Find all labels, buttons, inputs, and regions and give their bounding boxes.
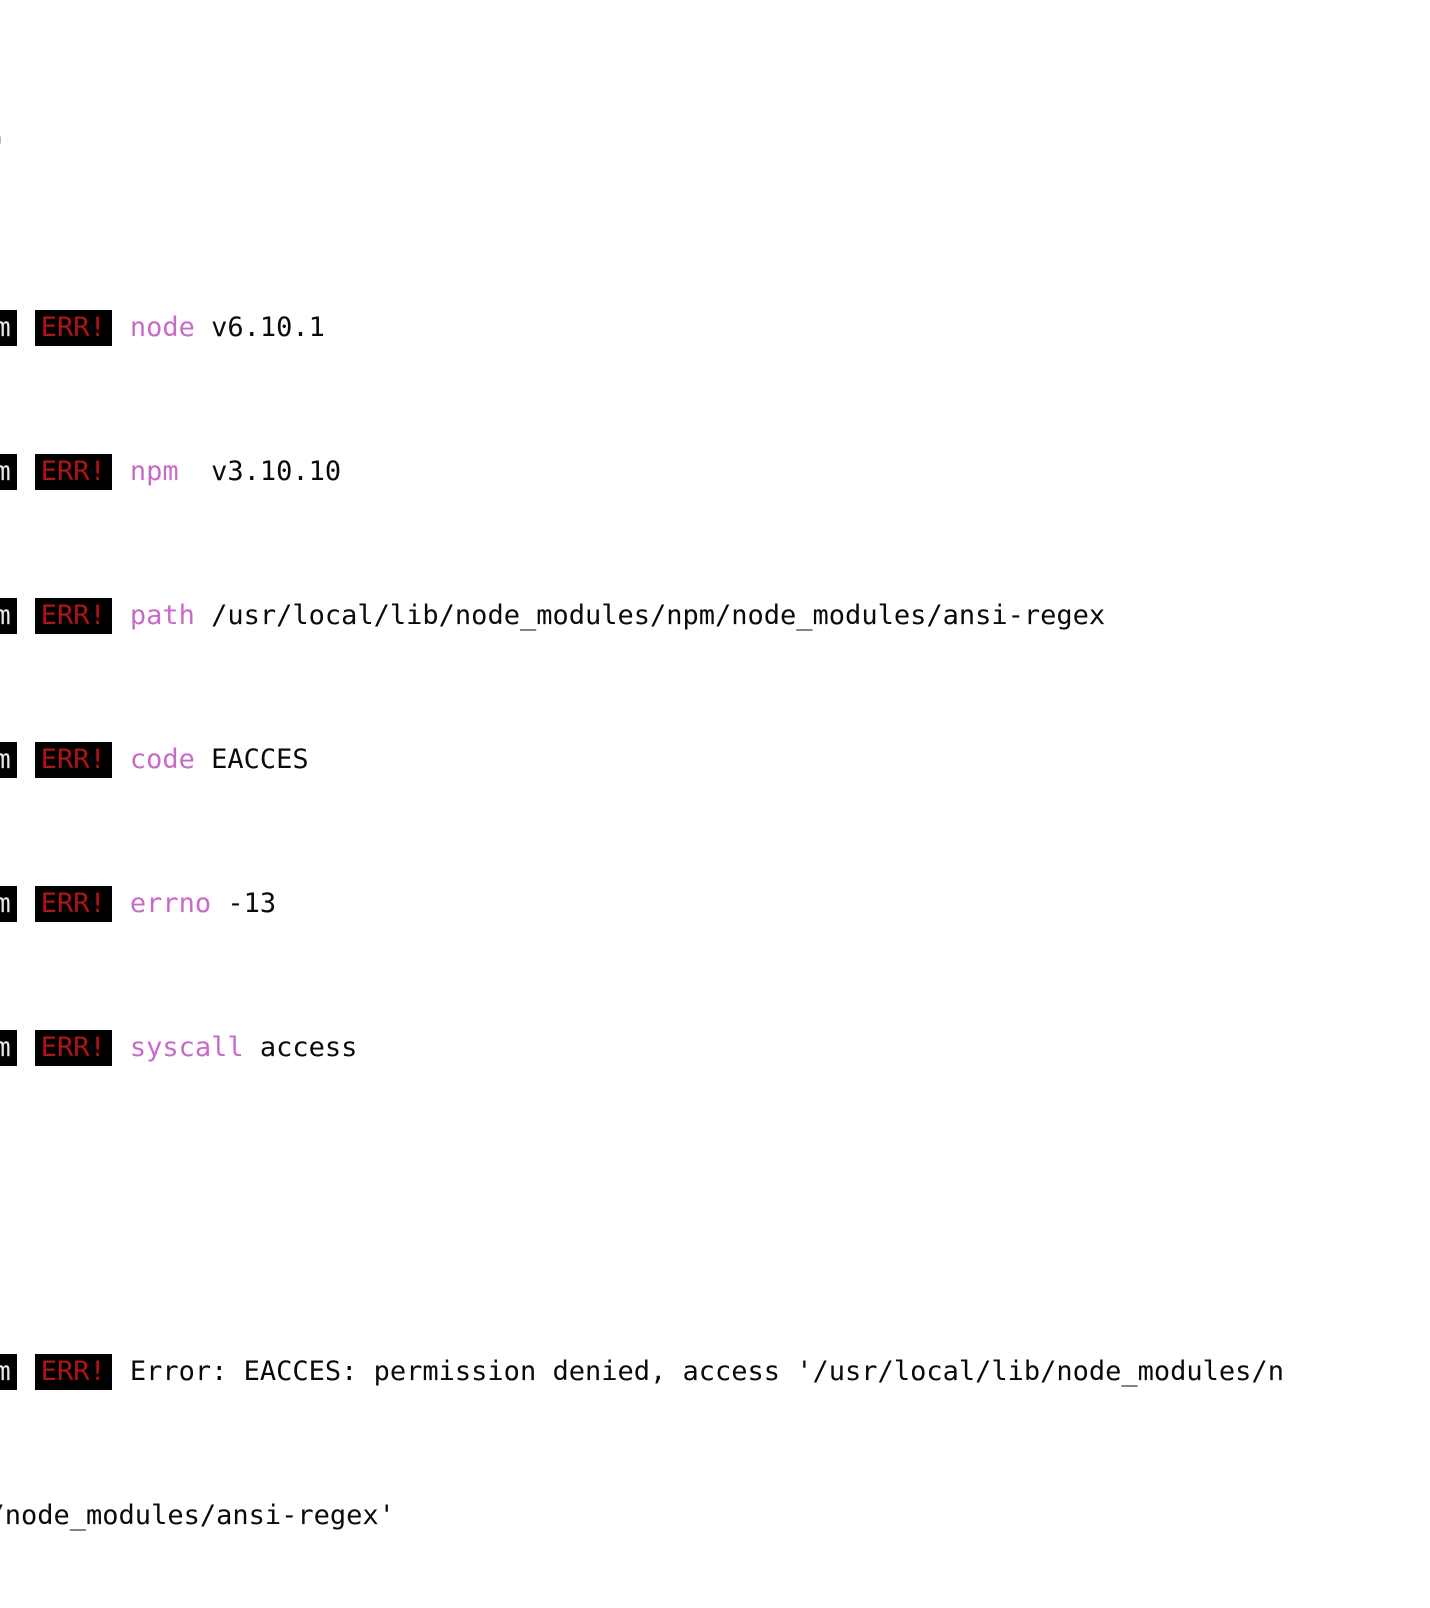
keyword-code: code xyxy=(129,744,195,775)
keyword-syscall: syscall xyxy=(129,1032,244,1063)
npm-label: npm xyxy=(0,1030,17,1066)
log-line-node-version: npm ERR! node v6.10.1 xyxy=(0,310,1430,346)
value-syscall: access xyxy=(243,1032,358,1063)
value-npm: v3.10.10 xyxy=(178,456,342,487)
wrapped-line-content: pm/node_modules/ansi-regex' xyxy=(0,1500,395,1531)
log-line-errno: npm ERR! errno -13 xyxy=(0,886,1430,922)
value-errno: -13 xyxy=(211,888,277,919)
log-line-content: node v6.10.1 xyxy=(130,310,325,346)
log-line-error-eacces-wrap: pm/node_modules/ansi-regex' xyxy=(0,1498,1430,1534)
keyword-errno: errno xyxy=(129,888,212,919)
keyword-node: node xyxy=(129,312,195,343)
err-label: ERR! xyxy=(34,886,112,922)
value-path: /usr/local/lib/node_modules/npm/node_mod… xyxy=(194,600,1106,631)
log-line-code: npm ERR! code EACCES xyxy=(0,742,1430,778)
log-line-syscall: npm ERR! syscall access xyxy=(0,1030,1430,1066)
partial-top-line: -g" xyxy=(0,130,1430,166)
err-label: ERR! xyxy=(34,310,112,346)
npm-label: npm xyxy=(0,598,17,634)
log-line-content: errno -13 xyxy=(130,886,276,922)
err-label: ERR! xyxy=(34,454,112,490)
npm-label: npm xyxy=(0,742,17,778)
blank-separator xyxy=(0,1174,1430,1210)
keyword-npm: npm xyxy=(129,456,179,487)
npm-label: npm xyxy=(0,1354,17,1390)
err-label: ERR! xyxy=(34,1030,112,1066)
log-line-content: npm v3.10.10 xyxy=(130,454,341,490)
err-label: ERR! xyxy=(34,1354,112,1390)
value-code: EACCES xyxy=(194,744,309,775)
log-line-content: syscall access xyxy=(130,1030,358,1066)
npm-label: npm xyxy=(0,454,17,490)
log-line-content: code EACCES xyxy=(130,742,309,778)
log-line-content: Error: EACCES: permission denied, access… xyxy=(129,1356,1284,1387)
err-label: ERR! xyxy=(34,742,112,778)
err-label: ERR! xyxy=(34,598,112,634)
log-line-npm-version: npm ERR! npm v3.10.10 xyxy=(0,454,1430,490)
keyword-path: path xyxy=(129,600,195,631)
npm-label: npm xyxy=(0,886,17,922)
value-node: v6.10.1 xyxy=(194,312,325,343)
log-line-error-eacces: npm ERR! Error: EACCES: permission denie… xyxy=(0,1354,1430,1390)
terminal-output: -g" npm ERR! node v6.10.1 npm ERR! npm v… xyxy=(0,0,1430,1608)
log-line-content: path /usr/local/lib/node_modules/npm/nod… xyxy=(130,598,1105,634)
log-line-path: npm ERR! path /usr/local/lib/node_module… xyxy=(0,598,1430,634)
npm-label: npm xyxy=(0,310,17,346)
partial-top-text: -g" xyxy=(0,130,5,166)
